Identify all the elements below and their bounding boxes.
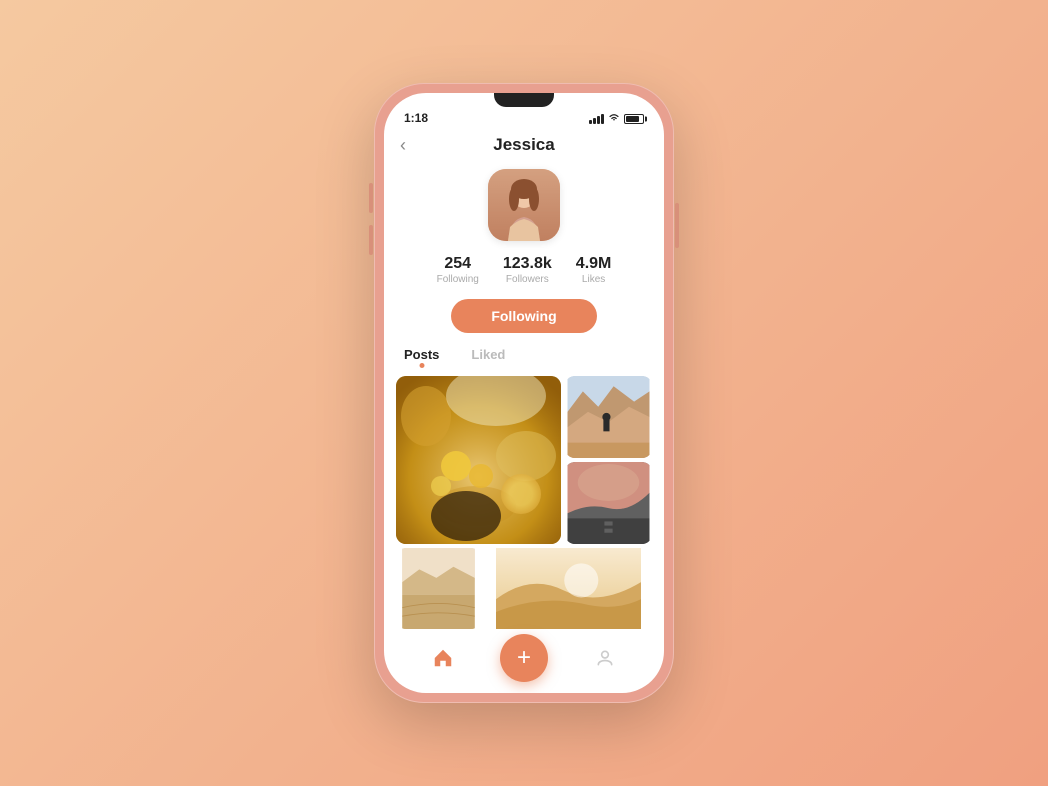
add-icon: + [517, 646, 531, 670]
profile-section: 254 Following 123.8k Followers 4.9M Like… [384, 163, 664, 347]
profile-name-header: Jessica [493, 135, 554, 155]
volume-down-button [369, 225, 373, 255]
signal-bar-1 [589, 120, 592, 124]
stats-row: 254 Following 123.8k Followers 4.9M Like… [437, 255, 612, 285]
status-time: 1:18 [404, 111, 428, 125]
profile-icon [595, 648, 615, 668]
stat-followers-label: Followers [506, 274, 549, 285]
signal-bar-4 [601, 114, 604, 124]
add-button[interactable]: + [500, 634, 548, 682]
photo-grid [384, 376, 664, 629]
photo-cell-road[interactable] [565, 462, 652, 544]
signal-bar-3 [597, 116, 600, 124]
stat-likes-value: 4.9M [576, 255, 612, 273]
signal-bar-2 [593, 118, 596, 124]
nav-home[interactable] [423, 638, 463, 678]
battery-icon [624, 114, 644, 124]
wifi-icon [608, 112, 620, 125]
notch-inner [494, 93, 554, 107]
signal-icon [589, 114, 604, 124]
grid-row-1 [396, 376, 652, 544]
tab-posts[interactable]: Posts [404, 347, 439, 366]
notch [474, 93, 574, 115]
avatar [488, 169, 560, 241]
following-button[interactable]: Following [451, 299, 596, 333]
battery-fill [626, 116, 639, 122]
stat-following: 254 Following [437, 255, 479, 285]
header: ‹ Jessica [384, 131, 664, 163]
status-icons [589, 112, 644, 125]
nav-profile[interactable] [585, 638, 625, 678]
photo-cell-desert-flat[interactable] [396, 548, 481, 629]
power-button [675, 203, 679, 248]
phone-frame: 1:18 [374, 83, 674, 703]
volume-up-button [369, 183, 373, 213]
content-tabs: Posts Liked [384, 347, 664, 366]
photo-cell-desert-dunes[interactable] [485, 548, 652, 629]
stat-followers: 123.8k Followers [503, 255, 552, 285]
stat-following-value: 254 [444, 255, 471, 273]
photo-stacked-right [565, 376, 652, 544]
stat-following-label: Following [437, 274, 479, 285]
home-icon [432, 647, 454, 669]
stat-likes: 4.9M Likes [576, 255, 612, 285]
stat-likes-label: Likes [582, 274, 605, 285]
photo-cell-flowers[interactable] [396, 376, 561, 544]
photo-cell-canyon[interactable] [565, 376, 652, 458]
tab-liked[interactable]: Liked [471, 347, 505, 366]
bottom-nav: + [384, 629, 664, 693]
grid-row-2 [396, 548, 652, 629]
stat-followers-value: 123.8k [503, 255, 552, 273]
phone-screen: 1:18 [384, 93, 664, 693]
back-button[interactable]: ‹ [400, 135, 406, 156]
